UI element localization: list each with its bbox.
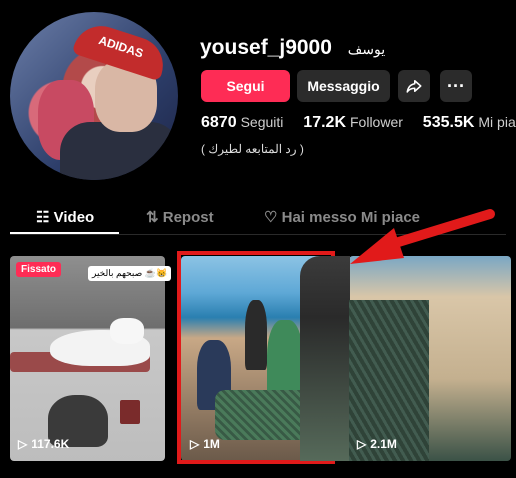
stat-likes: 535.5KMi piace xyxy=(422,114,516,131)
share-button[interactable] xyxy=(398,70,430,102)
heart-icon: ♡ xyxy=(264,209,278,226)
repost-icon: ⇅ xyxy=(146,209,159,226)
video-caption: صبحهم بالخير ☕😸 xyxy=(88,266,172,281)
man xyxy=(300,256,350,461)
tab-video[interactable]: ☷ Video xyxy=(36,208,94,226)
play-icon: ▷ xyxy=(357,437,367,451)
active-tab-indicator xyxy=(10,232,119,234)
profile-bio: ( رد المتابعه لطيرك ) xyxy=(201,142,304,156)
play-icon: ▷ xyxy=(190,437,200,451)
stat-following[interactable]: 6870 Seguiti xyxy=(201,114,283,132)
message-button[interactable]: Messaggio xyxy=(297,70,390,102)
profile-username: yousef_j9000 يوسف xyxy=(200,36,385,60)
grid-icon: ☷ xyxy=(36,209,50,226)
display-name: يوسف xyxy=(347,41,386,57)
pinned-badge: Fissato xyxy=(16,262,62,277)
profile-stats: 6870Seguiti 17.2KFollower 535.5KMi piace xyxy=(201,114,516,132)
dog-head xyxy=(110,318,144,344)
video-views-1: ▷ 117.6K xyxy=(18,437,70,451)
play-icon: ▷ xyxy=(18,437,28,451)
video-views-2: ▷ 1M xyxy=(190,437,220,451)
stat-followers[interactable]: 17.2K Follower xyxy=(303,114,403,132)
share-icon xyxy=(406,80,422,93)
video-views-3: ▷ 2.1M xyxy=(357,437,397,451)
cup xyxy=(120,400,140,424)
username-text: yousef_j9000 xyxy=(200,36,332,59)
cap-text: ADIDAS xyxy=(96,33,146,61)
tab-repost[interactable]: ⇅ Repost xyxy=(146,208,214,226)
annotation-arrow-icon xyxy=(350,209,495,264)
more-button[interactable]: ··· xyxy=(440,70,472,102)
follow-button[interactable]: Segui xyxy=(201,70,290,102)
profile-avatar[interactable]: ADIDAS xyxy=(10,12,178,180)
